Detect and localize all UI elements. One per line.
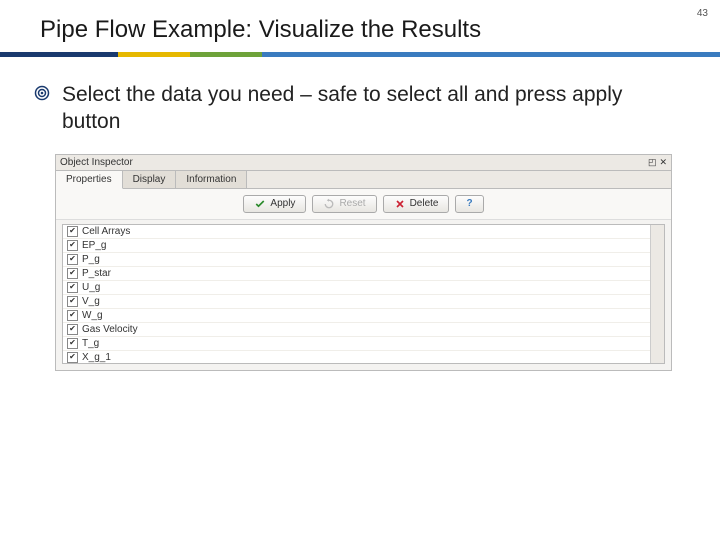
reset-label: Reset bbox=[339, 198, 365, 209]
array-label: T_g bbox=[82, 338, 99, 349]
page-title: Pipe Flow Example: Visualize the Results bbox=[0, 0, 720, 52]
tab-information[interactable]: Information bbox=[176, 171, 247, 188]
array-label: U_g bbox=[82, 282, 100, 293]
array-row[interactable]: ✔ V_g bbox=[63, 295, 650, 309]
array-row[interactable]: ✔ T_g bbox=[63, 337, 650, 351]
array-row[interactable]: ✔ X_g_1 bbox=[63, 351, 650, 364]
array-label: X_g_1 bbox=[82, 352, 111, 363]
bullet-text: Select the data you need – safe to selec… bbox=[62, 81, 660, 136]
help-icon: ? bbox=[466, 198, 472, 209]
array-checkbox[interactable]: ✔ bbox=[67, 268, 78, 279]
reset-icon bbox=[323, 198, 335, 210]
array-row[interactable]: ✔ W_g bbox=[63, 309, 650, 323]
help-button[interactable]: ? bbox=[455, 195, 483, 213]
arrays-header-label: Cell Arrays bbox=[82, 226, 130, 237]
array-checkbox[interactable]: ✔ bbox=[67, 324, 78, 335]
array-checkbox[interactable]: ✔ bbox=[67, 254, 78, 265]
array-label: EP_g bbox=[82, 240, 106, 251]
delete-icon bbox=[394, 198, 406, 210]
page-number: 43 bbox=[697, 8, 708, 19]
array-row[interactable]: ✔ P_star bbox=[63, 267, 650, 281]
array-label: P_star bbox=[82, 268, 111, 279]
apply-label: Apply bbox=[270, 198, 295, 209]
reset-button[interactable]: Reset bbox=[312, 195, 376, 213]
array-checkbox[interactable]: ✔ bbox=[67, 352, 78, 363]
array-label: Gas Velocity bbox=[82, 324, 138, 335]
array-row[interactable]: ✔ EP_g bbox=[63, 239, 650, 253]
delete-button[interactable]: Delete bbox=[383, 195, 450, 213]
cell-arrays-list: ✔ Cell Arrays ✔ EP_g ✔ P_g ✔ P_star ✔ U_g ✔ V… bbox=[62, 224, 665, 364]
apply-icon bbox=[254, 198, 266, 210]
inspector-toolbar: Apply Reset Delete ? bbox=[56, 189, 671, 220]
bullet-icon bbox=[34, 85, 50, 106]
apply-button[interactable]: Apply bbox=[243, 195, 306, 213]
scrollbar[interactable] bbox=[650, 225, 664, 364]
delete-label: Delete bbox=[410, 198, 439, 209]
array-row[interactable]: ✔ Gas Velocity bbox=[63, 323, 650, 337]
close-icon[interactable]: ✕ bbox=[659, 157, 667, 168]
array-label: W_g bbox=[82, 310, 103, 321]
array-checkbox[interactable]: ✔ bbox=[67, 296, 78, 307]
select-all-checkbox[interactable]: ✔ bbox=[67, 226, 78, 237]
inspector-title-text: Object Inspector bbox=[60, 157, 133, 168]
divider bbox=[0, 52, 720, 57]
object-inspector-panel: Object Inspector ◰ ✕ Properties Display … bbox=[55, 154, 672, 371]
array-checkbox[interactable]: ✔ bbox=[67, 338, 78, 349]
array-row[interactable]: ✔ P_g bbox=[63, 253, 650, 267]
array-row[interactable]: ✔ U_g bbox=[63, 281, 650, 295]
array-label: V_g bbox=[82, 296, 100, 307]
inspector-tabs: Properties Display Information bbox=[56, 171, 671, 189]
tab-properties[interactable]: Properties bbox=[56, 171, 123, 189]
array-checkbox[interactable]: ✔ bbox=[67, 282, 78, 293]
bullet-item: Select the data you need – safe to selec… bbox=[0, 57, 720, 136]
array-checkbox[interactable]: ✔ bbox=[67, 240, 78, 251]
inspector-titlebar: Object Inspector ◰ ✕ bbox=[56, 155, 671, 171]
tab-display[interactable]: Display bbox=[123, 171, 177, 188]
array-label: P_g bbox=[82, 254, 100, 265]
array-checkbox[interactable]: ✔ bbox=[67, 310, 78, 321]
undock-icon[interactable]: ◰ bbox=[648, 157, 657, 168]
arrays-header-row[interactable]: ✔ Cell Arrays bbox=[63, 225, 650, 239]
